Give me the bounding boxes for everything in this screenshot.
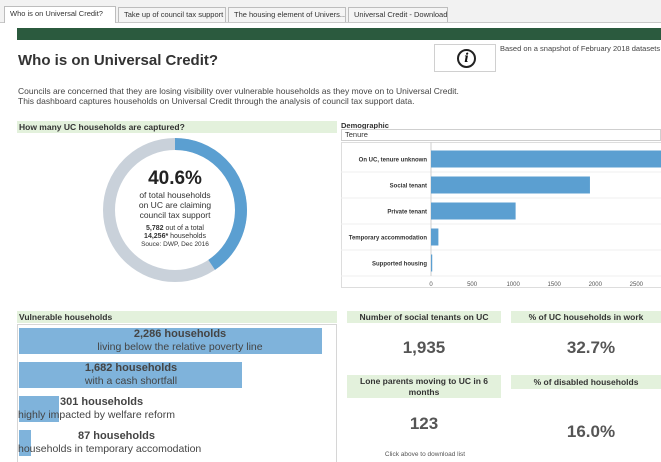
captured-heading: How many UC households are captured? <box>17 121 337 133</box>
tab-strip: Who is on Universal Credit? Take up of c… <box>0 0 661 23</box>
captured-total-suffix: households <box>168 233 206 240</box>
bar <box>431 254 433 272</box>
captured-percent: 40.6% <box>148 168 202 189</box>
x-tick-label: 2500 <box>630 282 644 288</box>
captured-total-line: 14,256* households <box>118 233 232 241</box>
category-label: On UC, tenure unknown <box>359 158 428 164</box>
bar <box>431 202 516 220</box>
bar <box>431 150 661 168</box>
vulnerable-title-welfare-reform: 301 households <box>60 396 144 408</box>
kpi-value-in-work: 32.7% <box>566 338 616 357</box>
kpi-label-in-work: % of UC households in work <box>511 311 661 323</box>
category-label: Temporary accommodation <box>349 236 428 242</box>
vulnerable-title-temporary: 87 households <box>78 430 156 442</box>
x-tick-label: 1000 <box>506 282 520 288</box>
page-title: Who is on Universal Credit? <box>18 52 219 69</box>
captured-desc-1: of total households <box>139 190 211 200</box>
category-label: Supported housing <box>372 262 427 268</box>
captured-desc-2: on UC are claiming <box>138 200 212 210</box>
kpi-value-lone-parents: 123 <box>409 414 439 433</box>
x-tick-label: 2000 <box>589 282 603 288</box>
category-label: Private tenant <box>387 210 427 216</box>
category-label: Social tenant <box>390 184 427 190</box>
tab-housing-element[interactable]: The housing element of Univers... <box>228 7 346 22</box>
vulnerable-heading: Vulnerable households <box>17 311 337 323</box>
x-tick-label: 1500 <box>548 282 562 288</box>
kpi-value-disabled: 16.0% <box>566 422 616 441</box>
snapshot-note: Based on a snapshot of February 2018 dat… <box>500 44 661 53</box>
kpi-label-lone-parents: Lone parents moving to UC in 6 months <box>347 375 501 398</box>
intro-text: Councils are concerned that they are los… <box>18 86 538 106</box>
vulnerable-subtitle-cash-shortfall: with a cash shortfall <box>84 375 178 387</box>
kpi-value-social-tenants: 1,935 <box>402 338 446 357</box>
donut-center-text: 40.6% of total households on UC are clai… <box>118 168 232 249</box>
info-button[interactable]: i <box>434 44 496 72</box>
captured-total: 14,256* <box>144 233 169 240</box>
header-band <box>17 28 661 40</box>
kpi-label-disabled: % of disabled households <box>511 375 661 389</box>
info-icon: i <box>457 49 476 68</box>
tenure-bar-chart: On UC, tenure unknown Social tenant Privat… <box>341 142 661 288</box>
tab-uc-download[interactable]: Universal Credit - Download <box>348 7 448 22</box>
download-footnote[interactable]: Click above to download list <box>360 451 490 458</box>
captured-source: Souce: DWP, Dec 2016 <box>141 241 209 248</box>
vulnerable-subtitle-poverty: living below the relative poverty line <box>97 341 263 353</box>
tab-take-up-council-tax[interactable]: Take up of council tax support <box>118 7 226 22</box>
intro-line-2: This dashboard captures households on Un… <box>18 96 415 106</box>
tab-who-is-on-uc[interactable]: Who is on Universal Credit? <box>4 6 116 23</box>
vulnerable-title-cash-shortfall: 1,682 households <box>84 362 178 374</box>
vulnerable-subtitle-welfare-reform: highly impacted by welfare reform <box>18 409 175 421</box>
captured-count: 5,782 <box>145 225 164 232</box>
captured-desc-3: council tax support <box>139 210 211 220</box>
intro-line-1: Councils are concerned that they are los… <box>18 86 459 96</box>
captured-count-line: 5,782 out of a total <box>118 225 232 233</box>
vulnerable-title-poverty: 2,286 households <box>133 328 227 340</box>
x-tick-label: 0 <box>429 282 433 288</box>
bar <box>431 176 590 194</box>
vulnerable-subtitle-temporary: households in temporary accomodation <box>18 443 202 455</box>
bar <box>431 228 439 246</box>
kpi-label-social-tenants: Number of social tenants on UC <box>347 311 501 323</box>
demographic-select[interactable]: Tenure <box>341 129 661 141</box>
x-tick-label: 500 <box>467 282 478 288</box>
captured-count-suffix: out of a total <box>163 225 204 232</box>
